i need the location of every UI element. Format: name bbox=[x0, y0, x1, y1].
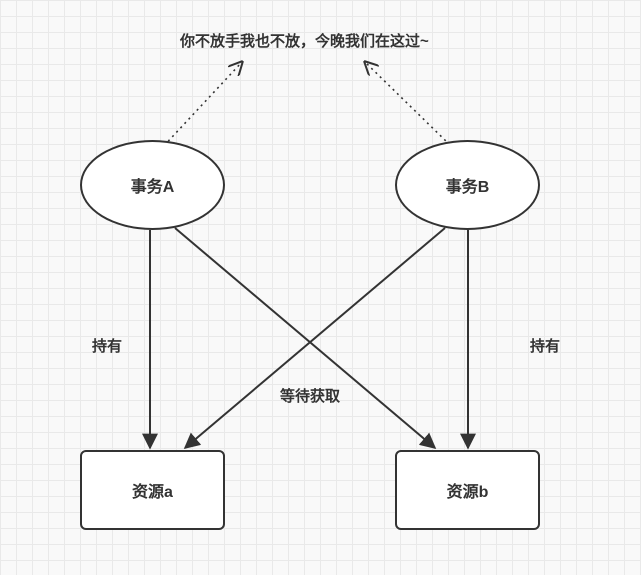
node-resource-a: 资源a bbox=[80, 450, 225, 530]
node-resource-b: 资源b bbox=[395, 450, 540, 530]
node-transaction-b: 事务B bbox=[395, 140, 540, 230]
edge-a-waits-b bbox=[175, 228, 435, 448]
label-waiting-for: 等待获取 bbox=[280, 385, 340, 406]
caption-text: 你不放手我也不放，今晚我们在这过~ bbox=[180, 30, 429, 51]
node-resource-b-label: 资源b bbox=[447, 478, 489, 502]
node-transaction-b-label: 事务B bbox=[446, 173, 490, 197]
node-transaction-a: 事务A bbox=[80, 140, 225, 230]
diagram-canvas: 你不放手我也不放，今晚我们在这过~ 事务A 事务B 资源a 资源b 持有 持有 … bbox=[0, 0, 641, 575]
label-holds-right: 持有 bbox=[530, 335, 560, 356]
node-transaction-a-label: 事务A bbox=[131, 173, 175, 197]
edge-b-waits-a bbox=[185, 228, 445, 448]
speech-line-b bbox=[365, 62, 450, 145]
label-holds-left: 持有 bbox=[92, 335, 122, 356]
node-resource-a-label: 资源a bbox=[132, 478, 173, 502]
speech-line-a bbox=[160, 62, 242, 150]
